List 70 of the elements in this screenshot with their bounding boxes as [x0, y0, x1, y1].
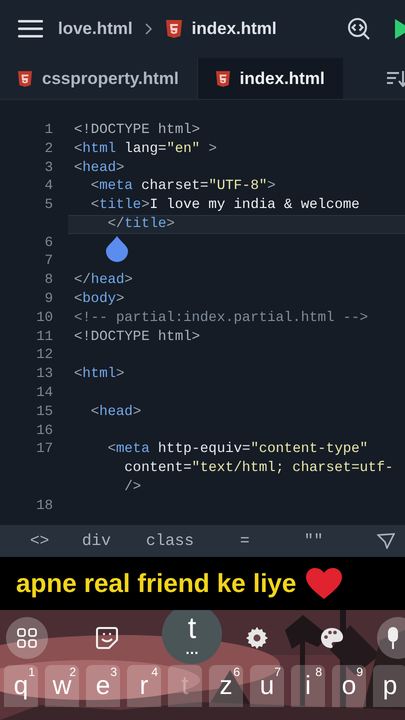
- html5-icon: [18, 70, 32, 86]
- code-line: <head>: [90, 402, 142, 422]
- code-line: </head>: [74, 271, 133, 290]
- code-line: <body>: [74, 290, 124, 310]
- keyboard-key[interactable]: p: [373, 665, 405, 707]
- chevron-right-icon: [144, 23, 152, 35]
- line-number: 11: [35, 328, 53, 347]
- code-line: <!DOCTYPE html>: [74, 120, 200, 140]
- code-line: />: [124, 478, 142, 498]
- symbol-key[interactable]: class: [146, 529, 240, 553]
- caption-text: apne real friend ke liye: [16, 567, 296, 600]
- key-hint: 6: [233, 666, 240, 678]
- popup-hint: …: [185, 644, 199, 654]
- symbol-key[interactable]: <>: [0, 529, 82, 553]
- line-number: 18: [35, 496, 53, 516]
- line-number: 10: [35, 308, 53, 328]
- line-number: 2: [44, 140, 53, 159]
- key-hint: 4: [151, 666, 158, 678]
- send-icon[interactable]: [377, 533, 395, 549]
- code-line: <title>I love my india & welcome: [90, 196, 360, 216]
- key-hint: 2: [69, 666, 76, 678]
- code-line: <html lang="en" >: [74, 140, 217, 159]
- breadcrumb-current: index.html: [192, 18, 277, 40]
- line-number: 13: [35, 365, 53, 384]
- grid-icon: [17, 628, 37, 648]
- menu-icon[interactable]: [18, 20, 43, 38]
- code-line: <!DOCTYPE html>: [74, 328, 200, 347]
- code-line: content="text/html; charset=utf-: [124, 459, 394, 478]
- key-hint: 8: [315, 666, 322, 678]
- key-hint: 7: [274, 666, 281, 678]
- line-number: 5: [44, 196, 53, 216]
- settings-icon[interactable]: [246, 627, 268, 649]
- code-line: <head>: [74, 158, 124, 178]
- line-number: 9: [44, 290, 53, 310]
- key-hint: 3: [110, 666, 117, 678]
- code-search-icon[interactable]: [347, 17, 371, 41]
- sticker-icon[interactable]: [96, 627, 118, 649]
- line-number: 8: [44, 271, 53, 290]
- sort-icon[interactable]: [387, 70, 405, 86]
- code-line: <html>: [74, 365, 124, 384]
- popup-letter: t: [188, 614, 196, 644]
- code-line: <!-- partial:index.partial.html -->: [74, 308, 368, 328]
- cursor-handle-icon[interactable]: [106, 236, 128, 262]
- symbol-key[interactable]: =: [240, 529, 304, 553]
- file-tab[interactable]: cssproperty.html: [0, 58, 198, 99]
- line-number: 6: [44, 234, 53, 253]
- symbol-key[interactable]: "": [304, 529, 364, 553]
- code-line: <meta charset="UTF-8">: [90, 177, 276, 196]
- file-tab[interactable]: index.html: [198, 58, 343, 99]
- breadcrumb-item[interactable]: love.html: [58, 16, 133, 42]
- heart-icon: [306, 568, 342, 600]
- code-line: </title>: [108, 214, 175, 234]
- line-number: 12: [35, 346, 53, 366]
- line-number: 15: [35, 402, 53, 422]
- line-number: 16: [35, 422, 53, 441]
- line-number: 14: [35, 384, 53, 404]
- code-line: <meta http-equiv="content-type": [108, 440, 368, 460]
- apps-button[interactable]: [6, 617, 48, 659]
- key-hint: 1: [28, 666, 35, 678]
- line-number: 17: [35, 440, 53, 460]
- html5-icon: [216, 70, 230, 86]
- line-number: 1: [44, 120, 53, 140]
- line-number: 3: [44, 158, 53, 178]
- line-number: 4: [44, 177, 53, 196]
- html5-icon: [166, 20, 182, 38]
- microphone-icon: [387, 627, 399, 649]
- line-number: 7: [44, 252, 53, 272]
- key-hint: 9: [356, 666, 363, 678]
- palette-icon[interactable]: [320, 627, 344, 649]
- symbol-key[interactable]: div: [82, 529, 146, 553]
